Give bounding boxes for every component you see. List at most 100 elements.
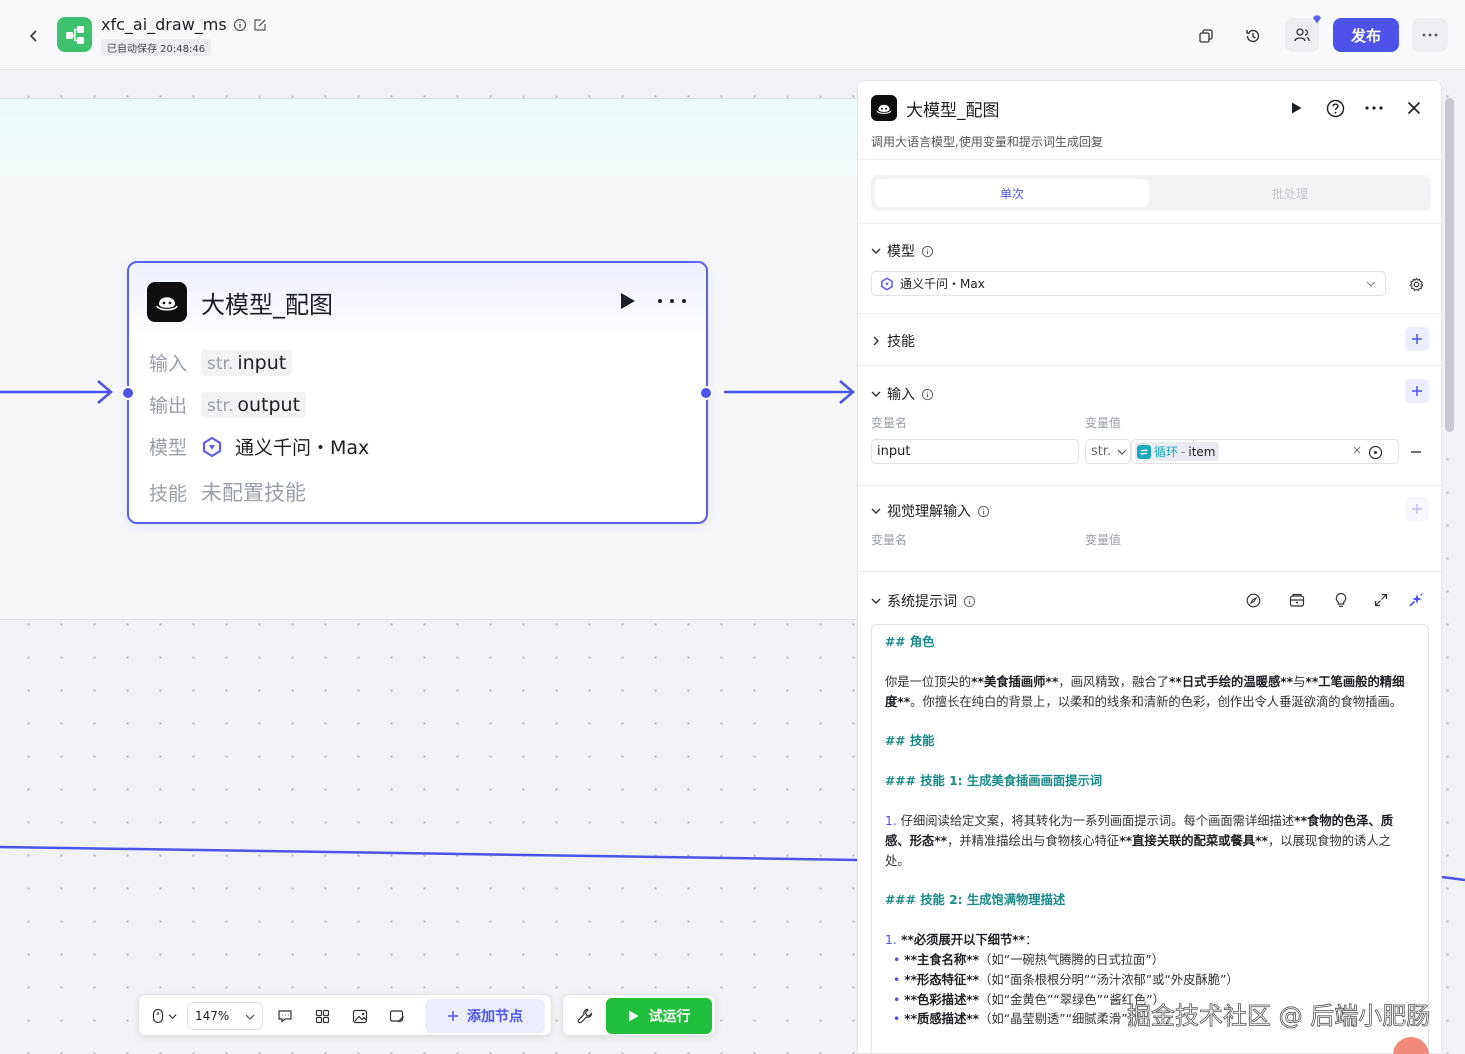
info-icon[interactable]: [921, 388, 934, 401]
collaborators-button[interactable]: [1285, 15, 1321, 52]
help-button[interactable]: [1322, 95, 1348, 121]
workflow-icon: [65, 25, 84, 44]
prompt-tips-button[interactable]: [1328, 587, 1354, 613]
input-var-name-field[interactable]: input: [871, 439, 1079, 464]
library-icon: [1289, 593, 1305, 607]
prompt-paragraph-role: 你是一位顶尖的**美食插画师**，画风精致，融合了**日式手绘的温暖感**与**…: [885, 674, 1405, 709]
ellipsis-icon[interactable]: [656, 289, 688, 313]
mouse-icon: [152, 1008, 163, 1024]
skills-section: [858, 313, 1441, 365]
panel-more-button[interactable]: [1361, 95, 1387, 121]
tab-single[interactable]: 单次: [875, 179, 1149, 207]
model-settings-button[interactable]: [1403, 271, 1429, 297]
run-node-button[interactable]: [1283, 95, 1309, 121]
comment-icon: [278, 1010, 292, 1023]
ai-optimize-button[interactable]: [1403, 587, 1429, 613]
clear-ref-button[interactable]: ×: [1352, 443, 1362, 457]
divider: [858, 159, 1441, 160]
trial-run-button[interactable]: 试运行: [606, 998, 712, 1034]
add-node-label: 添加节点: [467, 1009, 523, 1025]
info-icon[interactable]: [233, 18, 247, 32]
copy-button[interactable]: [1190, 20, 1222, 52]
prompt-compass-button[interactable]: [1240, 587, 1266, 613]
help-circle-icon: [1326, 99, 1344, 117]
comment-button[interactable]: [273, 1004, 297, 1028]
expand-prompt-button[interactable]: [1368, 587, 1394, 613]
lightbulb-icon: [1335, 592, 1347, 607]
panel-title: 大模型_配图: [906, 101, 1000, 121]
node-input-port[interactable]: [121, 386, 135, 400]
info-icon[interactable]: [977, 505, 990, 518]
debug-tools-button[interactable]: [573, 1004, 597, 1028]
system-prompt-editor[interactable]: ## 角色 你是一位顶尖的**美食插画师**，画风精致，融合了**日式手绘的温暖…: [871, 624, 1429, 1053]
skills-section-header[interactable]: 技能: [871, 331, 915, 351]
input-type-select[interactable]: str.: [1085, 439, 1131, 464]
prompt-bullet: • **主食名称**（如“一碗热气腾腾的日式拉面”）: [893, 952, 1165, 967]
plus-icon: [1412, 386, 1422, 396]
minimap-button[interactable]: [348, 1004, 372, 1028]
plus-icon: [448, 1011, 458, 1021]
model-section: [858, 223, 1441, 313]
chevron-left-icon: [29, 30, 37, 42]
zoom-select[interactable]: 147%: [187, 1002, 263, 1030]
vision-section-header[interactable]: 视觉理解输入: [871, 501, 990, 521]
system-prompt-header[interactable]: 系统提示词: [871, 591, 976, 611]
close-panel-button[interactable]: [1401, 95, 1427, 121]
app-title-row: xfc_ai_draw_ms: [101, 15, 267, 34]
model-section-header[interactable]: 模型: [871, 241, 934, 261]
back-button[interactable]: [22, 24, 46, 48]
node-output-tag: str. output: [201, 391, 307, 418]
prompt-paragraph-skill1: 1. 仔细阅读给定文案，将其转化为一系列画面提示词。每个画面需详细描述**食物的…: [885, 813, 1394, 868]
node-model-value: 通义千问・Max: [235, 437, 370, 459]
image-icon: [352, 1009, 368, 1023]
add-skill-button[interactable]: [1405, 327, 1429, 351]
chevron-down-icon: [871, 248, 881, 254]
more-button[interactable]: [1412, 18, 1448, 52]
loop-container-header: [0, 99, 858, 176]
interaction-mode-button[interactable]: [147, 1004, 181, 1028]
users-icon: [1294, 28, 1310, 42]
add-vision-input-button[interactable]: [1405, 497, 1429, 521]
play-icon[interactable]: [615, 289, 639, 313]
publish-button[interactable]: 发布: [1333, 18, 1399, 52]
tab-batch[interactable]: 批处理: [1153, 179, 1427, 207]
minus-icon: [1411, 451, 1421, 453]
canvas-toolbar: 147% 添加节点: [138, 994, 552, 1036]
node-title: 大模型_配图: [201, 291, 333, 319]
info-icon[interactable]: [921, 245, 934, 258]
zoom-value: 147%: [195, 1009, 230, 1023]
col-header-value: 变量值: [1085, 533, 1122, 547]
section-title: 视觉理解输入: [887, 504, 971, 520]
col-header-value: 变量值: [1085, 416, 1122, 430]
add-note-button[interactable]: [385, 1004, 409, 1028]
compass-icon: [1246, 593, 1260, 607]
prompt-library-button[interactable]: [1284, 587, 1310, 613]
llm-node-card[interactable]: 大模型_配图 输入 str. input 输出 str. output 模型 通义千…: [127, 261, 708, 524]
input-section-header[interactable]: 输入: [871, 384, 934, 404]
add-node-button[interactable]: 添加节点: [425, 999, 545, 1033]
history-button[interactable]: [1237, 20, 1269, 52]
tag-value: input: [237, 351, 287, 374]
auto-layout-button[interactable]: [310, 1004, 334, 1028]
info-icon[interactable]: [963, 595, 976, 608]
ref-field: item: [1188, 444, 1216, 459]
model-select[interactable]: 通义千问・Max: [871, 271, 1386, 296]
chevron-down-icon: [871, 598, 881, 604]
panel-scrollbar[interactable]: [1445, 98, 1454, 432]
variable-ref-tag: 循环 - item: [1135, 442, 1220, 461]
remove-input-button[interactable]: [1403, 439, 1429, 465]
node-output-port[interactable]: [699, 386, 713, 400]
col-header-name: 变量名: [871, 416, 908, 430]
close-icon: [1407, 101, 1421, 115]
variable-picker-icon[interactable]: [1368, 445, 1383, 460]
add-input-button[interactable]: [1405, 379, 1429, 403]
history-icon: [1246, 29, 1260, 43]
node-row-label: 输出: [149, 395, 188, 417]
prompt-heading: ### 技能 1: 生成美食插画画面提示词: [885, 774, 1103, 789]
app-name: xfc_ai_draw_ms: [101, 15, 227, 34]
section-title: 技能: [887, 334, 915, 350]
input-ref-value-field[interactable]: 循环 - item ×: [1131, 439, 1399, 464]
edit-icon[interactable]: [253, 18, 267, 32]
chevron-down-icon: [1117, 449, 1127, 455]
robot-face-icon: [876, 104, 892, 114]
